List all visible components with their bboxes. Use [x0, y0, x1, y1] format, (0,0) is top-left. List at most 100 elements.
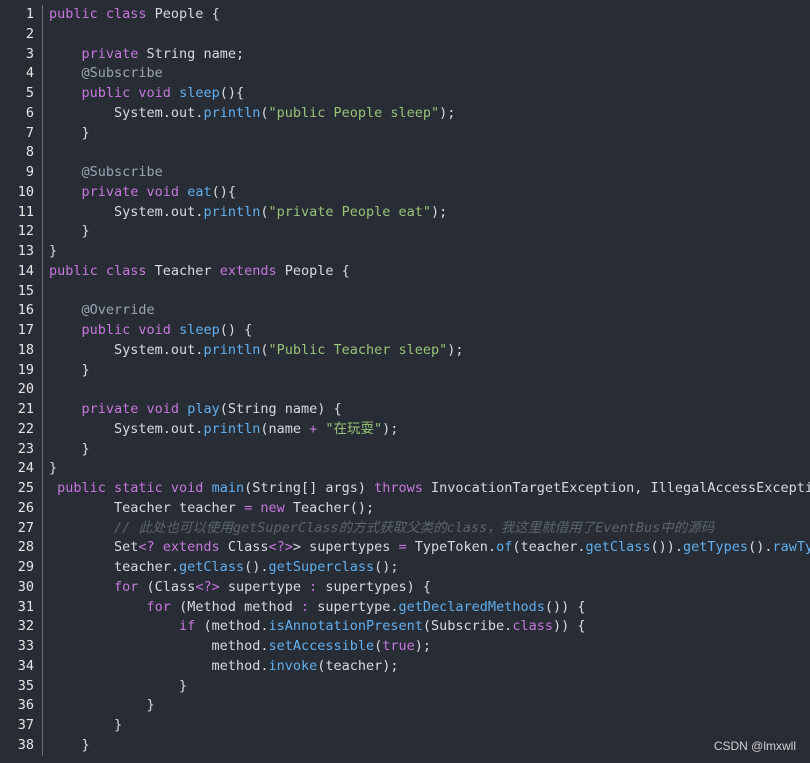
- code-token: }: [49, 361, 90, 378]
- code-line[interactable]: 21 private void play(String name) {: [0, 400, 810, 420]
- code-line[interactable]: 11 System.out.println("private People ea…: [0, 202, 810, 223]
- code-line[interactable]: 9 @Subscribe: [0, 163, 810, 183]
- code-line[interactable]: 14 public class Teacher extends People {: [0, 261, 810, 282]
- line-number: 20: [0, 380, 43, 400]
- code-token: () {: [219, 322, 253, 338]
- code-token: (){: [211, 183, 236, 200]
- code-line[interactable]: 31 for (Method method : supertype.getDec…: [0, 597, 810, 618]
- code-line[interactable]: 24}: [0, 459, 810, 479]
- line-number: 16: [0, 301, 43, 321]
- code-line[interactable]: 28 Set<? extends Class<?>> supertypes = …: [0, 538, 810, 558]
- code-token: @Subscribe: [81, 65, 163, 82]
- code-token: }: [49, 697, 155, 714]
- code-text: }: [43, 242, 810, 262]
- code-token: = new: [244, 499, 293, 516]
- code-line[interactable]: 30 for (Class<?> supertype : supertypes)…: [0, 577, 810, 598]
- code-token: public class: [49, 6, 155, 22]
- code-line[interactable]: 2: [0, 24, 810, 45]
- code-token: ().: [244, 559, 269, 575]
- code-token: public void: [81, 322, 180, 338]
- line-number: 34: [0, 656, 43, 677]
- line-number: 32: [0, 617, 43, 637]
- code-line[interactable]: 25 public static void main(String[] args…: [0, 479, 810, 499]
- code-line[interactable]: 12 }: [0, 222, 810, 242]
- code-token: eat: [187, 183, 212, 200]
- code-text: public void sleep(){: [43, 84, 810, 104]
- code-token: );: [439, 104, 456, 121]
- code-token: public static void: [57, 480, 212, 496]
- code-token: InvocationTargetException, IllegalAccess…: [431, 480, 810, 496]
- code-line[interactable]: 1 public class People {: [0, 5, 810, 25]
- code-text: }: [43, 736, 810, 756]
- code-line[interactable]: 13}: [0, 242, 810, 262]
- code-token: System.out.: [49, 104, 204, 121]
- code-text: public void sleep() {: [43, 321, 810, 341]
- code-line[interactable]: 35 }: [0, 676, 810, 697]
- code-text: // 此处也可以使用getSuperClass的方式获取父类的class，我这里…: [43, 519, 810, 539]
- code-text: private String name;: [43, 45, 810, 65]
- code-line[interactable]: 8: [0, 143, 810, 163]
- code-text: for (Class<?> supertype : supertypes) {: [43, 578, 810, 598]
- code-token: "public People sleep": [268, 104, 440, 121]
- code-editor[interactable]: 1 public class People {2 3 private String …: [0, 5, 810, 756]
- line-number: 31: [0, 597, 43, 618]
- code-line[interactable]: 19 }: [0, 360, 810, 381]
- code-token: private: [81, 45, 147, 62]
- code-token: (teacher);: [317, 657, 399, 674]
- code-token: (teacher.: [512, 539, 586, 556]
- line-number: 5: [0, 84, 43, 104]
- line-number: 15: [0, 281, 43, 302]
- line-number: 19: [0, 360, 43, 381]
- code-line[interactable]: 33 method.setAccessible(true);: [0, 637, 810, 657]
- code-line[interactable]: 15: [0, 281, 810, 302]
- code-token: isAnnotationPresent: [268, 618, 423, 635]
- line-number: 3: [0, 44, 43, 65]
- code-line[interactable]: 36 }: [0, 696, 810, 716]
- code-token: TypeToken.: [414, 539, 497, 556]
- code-token: System.out.: [49, 203, 204, 220]
- code-line[interactable]: 4 @Subscribe: [0, 64, 810, 84]
- code-line[interactable]: 29 teacher.getClass().getSuperclass();: [0, 558, 810, 578]
- line-number: 10: [0, 182, 43, 203]
- line-number: 36: [0, 696, 43, 716]
- code-line[interactable]: 16 @Override: [0, 301, 810, 321]
- code-token: println: [203, 341, 261, 358]
- code-line[interactable]: 27 // 此处也可以使用getSuperClass的方式获取父类的class，…: [0, 518, 810, 539]
- code-line[interactable]: 5 public void sleep(){: [0, 84, 810, 104]
- line-number: 18: [0, 340, 43, 361]
- code-token: Teacher();: [292, 499, 375, 516]
- code-text: private void eat(){: [43, 183, 810, 203]
- code-line[interactable]: 7 }: [0, 123, 810, 144]
- code-line[interactable]: 6 System.out.println("public People slee…: [0, 103, 810, 124]
- code-line[interactable]: 18 System.out.println("Public Teacher sl…: [0, 340, 810, 361]
- code-token: (String[] args): [244, 480, 375, 496]
- code-token: :: [309, 578, 326, 595]
- code-text: }: [43, 459, 810, 479]
- code-line[interactable]: 38 }: [0, 735, 810, 756]
- code-text: System.out.println("Public Teacher sleep…: [43, 341, 810, 361]
- code-line[interactable]: 34 method.invoke(teacher);: [0, 656, 810, 677]
- line-number: 12: [0, 222, 43, 242]
- line-number: 24: [0, 459, 43, 479]
- code-line[interactable]: 26 Teacher teacher = new Teacher();: [0, 498, 810, 519]
- code-line[interactable]: 17 public void sleep() {: [0, 321, 810, 341]
- code-line[interactable]: 23 }: [0, 439, 810, 460]
- code-line[interactable]: 37 }: [0, 716, 810, 736]
- code-line[interactable]: 32 if (method.isAnnotationPresent(Subscr…: [0, 617, 810, 637]
- code-token: Teacher: [154, 262, 220, 279]
- line-number: 9: [0, 163, 43, 183]
- code-text: teacher.getClass().getSuperclass();: [43, 558, 810, 578]
- code-text: Teacher teacher = new Teacher();: [43, 499, 810, 519]
- code-line[interactable]: 22 System.out.println(name + "在玩耍");: [0, 419, 810, 440]
- code-token: People {: [284, 262, 350, 279]
- code-line[interactable]: 3 private String name;: [0, 44, 810, 65]
- code-token: Set: [49, 539, 139, 556]
- code-token: Teacher teacher: [49, 499, 245, 516]
- code-text: @Subscribe: [43, 163, 810, 183]
- code-line[interactable]: 10 private void eat(){: [0, 182, 810, 203]
- code-token: private void: [81, 401, 188, 417]
- code-line[interactable]: 20: [0, 380, 810, 400]
- code-token: (Subscribe.: [422, 618, 513, 635]
- code-token: supertype.: [317, 598, 399, 615]
